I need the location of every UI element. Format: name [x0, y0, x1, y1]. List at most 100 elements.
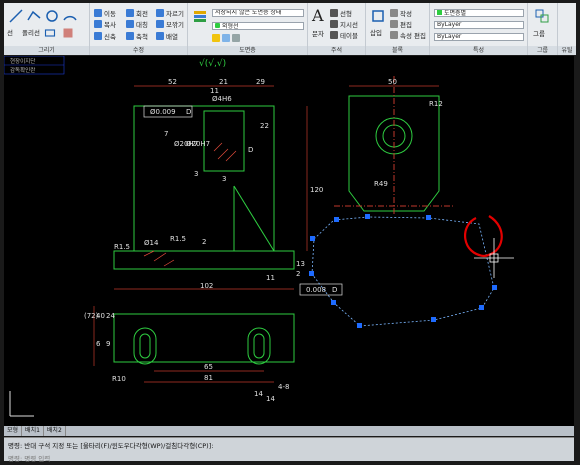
modify-panel-title[interactable]: 수정 — [90, 46, 187, 55]
layer-properties-icon[interactable] — [192, 8, 208, 24]
text-label[interactable]: 문자 — [312, 28, 324, 38]
properties-panel: 도면층별 ByLayer ByLayer 특성 — [430, 3, 528, 55]
block-panel-title[interactable]: 블록 — [366, 46, 429, 55]
groups-panel-title[interactable]: 그룹 — [528, 46, 557, 55]
grip[interactable] — [426, 215, 431, 220]
grip[interactable] — [331, 300, 336, 305]
drawing-svg[interactable]: 현장이지단 감독확인란 √(√,√) 52 21 29 11 Ø4H6 Ø0.0… — [4, 56, 574, 426]
draw-panel-title[interactable]: 그리기 — [4, 46, 89, 55]
front-dim-text: 52 21 29 11 Ø4H6 Ø0.009 D 22 7 Ø20H7 Ø20… — [114, 78, 337, 294]
polyline-icon[interactable] — [26, 8, 42, 24]
layers-panel-title[interactable]: 도면층 — [188, 46, 307, 55]
linear-dim-label: 선형 — [340, 10, 352, 18]
grip[interactable] — [310, 236, 315, 241]
array-button[interactable]: 배열 — [156, 31, 178, 41]
circle-icon[interactable] — [44, 8, 60, 24]
grip[interactable] — [309, 271, 314, 276]
dim-text-40: 40 — [96, 312, 105, 320]
lineweight-value: ByLayer — [437, 33, 462, 40]
lineweight-select[interactable]: ByLayer — [434, 33, 524, 41]
dim-text-2b: 2 — [296, 270, 300, 278]
sun-icon[interactable] — [222, 34, 230, 42]
fillet-button[interactable]: 모깎기 — [156, 19, 184, 29]
tab-layout1[interactable]: 배치1 — [22, 426, 44, 436]
side-label-1: 현장이지단 — [10, 57, 35, 65]
insert-block-icon[interactable] — [370, 8, 386, 24]
rotate-icon — [126, 9, 134, 17]
command-line[interactable]: 명령: 반대 구석 지정 또는 [울타리(F)/윈도우다각형(WP)/걸침다각형… — [4, 437, 574, 463]
surface-symbol-top: √(√,√) — [199, 58, 226, 69]
groups-panel: 그룹 그룹 — [528, 3, 558, 55]
rectangle-icon[interactable] — [44, 27, 56, 39]
color-select[interactable]: 도면층별 — [434, 9, 524, 17]
lock-icon[interactable] — [232, 34, 240, 42]
dim-text-4-8: 4-8 — [278, 383, 289, 391]
scale-icon — [126, 32, 134, 40]
fillet-icon — [156, 20, 164, 28]
line-icon[interactable] — [8, 8, 24, 24]
grip[interactable] — [357, 323, 362, 328]
hatch-icon[interactable] — [62, 27, 74, 39]
move-button[interactable]: 이동 — [94, 8, 116, 18]
text-icon[interactable]: A — [312, 6, 324, 25]
rotate-button[interactable]: 회전 — [126, 8, 148, 18]
polyline-tool-label[interactable]: 폴리선 — [22, 27, 40, 37]
grip[interactable] — [334, 217, 339, 222]
drawing-canvas[interactable]: 현장이지단 감독확인란 √(√,√) 52 21 29 11 Ø4H6 Ø0.0… — [4, 56, 574, 426]
trim-button[interactable]: 자르기 — [156, 8, 184, 18]
dim-text-24: 24 — [106, 312, 115, 320]
layers-panel: 저장되지 않은 도면층 상태 외형선 도면층 — [188, 3, 308, 55]
copy-button[interactable]: 복사 — [94, 19, 116, 29]
edit-block-button[interactable]: 편집 — [390, 19, 412, 29]
line-tool-label[interactable]: 선 — [7, 27, 13, 37]
scale-button[interactable]: 축척 — [126, 31, 148, 41]
gdt-datum-1: D — [186, 108, 191, 116]
draw-panel: 선 폴리선 그리기 — [4, 3, 90, 55]
tab-layout2[interactable]: 배치2 — [44, 426, 66, 436]
linear-dim-button[interactable]: 선형 — [330, 8, 352, 18]
group-label[interactable]: 그룹 — [533, 28, 545, 38]
insert-label[interactable]: 삽입 — [370, 27, 382, 37]
array-label: 배열 — [166, 33, 178, 41]
selection-polygon[interactable] — [311, 216, 495, 327]
edit-attr-label: 속성 편집 — [400, 32, 426, 40]
grip[interactable] — [492, 285, 497, 290]
datum-d: D — [248, 146, 253, 154]
dim-text-14b: 14 — [266, 395, 275, 403]
rotate-label: 회전 — [136, 10, 148, 18]
side-label-2: 감독확인란 — [10, 66, 35, 74]
create-block-button[interactable]: 작성 — [390, 8, 412, 18]
dim-text-3a: 3 — [194, 170, 198, 178]
table-label: 테이블 — [340, 32, 358, 40]
layer-select[interactable]: 외형선 — [212, 22, 304, 30]
create-block-icon — [390, 9, 398, 17]
edit-block-icon — [390, 20, 398, 28]
bulb-icon[interactable] — [212, 34, 220, 42]
layer-state-select[interactable]: 저장되지 않은 도면층 상태 — [212, 9, 304, 17]
properties-panel-title[interactable]: 특성 — [430, 46, 527, 55]
leader-button[interactable]: 지시선 — [330, 19, 358, 29]
stretch-button[interactable]: 신축 — [94, 31, 116, 41]
utilities-panel-title[interactable]: 유틸 — [558, 46, 576, 55]
annotation-panel-title[interactable]: 주석 — [308, 46, 365, 55]
crosshair-cursor — [474, 238, 514, 278]
tab-model[interactable]: 모형 — [4, 426, 23, 436]
grip[interactable] — [365, 214, 370, 219]
command-input[interactable]: 명령: 명령 입력 — [8, 453, 570, 463]
mirror-button[interactable]: 대칭 — [126, 19, 148, 29]
command-history: 명령: 반대 구석 지정 또는 [울타리(F)/윈도우다각형(WP)/걸침다각형… — [8, 442, 214, 450]
group-icon[interactable] — [534, 8, 550, 24]
grip[interactable] — [431, 317, 436, 322]
stretch-icon — [94, 32, 102, 40]
table-button[interactable]: 테이블 — [330, 30, 358, 40]
stretch-label: 신축 — [104, 33, 116, 41]
side-view — [334, 76, 454, 216]
move-icon — [94, 9, 102, 17]
dim-text-11: 11 — [210, 87, 219, 95]
gdt-text-1: Ø0.009 — [150, 108, 176, 116]
linetype-select[interactable]: ByLayer — [434, 21, 524, 29]
arc-icon[interactable] — [62, 8, 78, 24]
trim-label: 자르기 — [166, 10, 184, 18]
edit-attr-button[interactable]: 속성 편집 — [390, 30, 426, 40]
grip[interactable] — [479, 305, 484, 310]
